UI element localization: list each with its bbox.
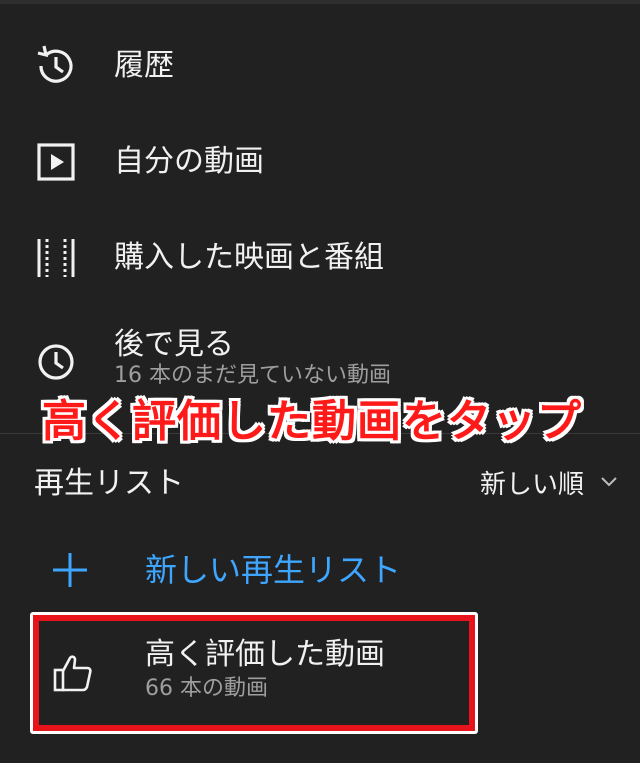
tap-instruction-annotation: 高く評価した動画をタップ [42,396,582,447]
sort-dropdown[interactable]: 新しい順 [480,464,618,500]
new-playlist-button[interactable]: 新しい再生リスト [0,540,640,600]
top-divider [0,0,640,4]
menu-item-label: 履歴 [114,48,174,83]
highlight-box [33,615,475,731]
playlist-item-subtitle: 66 本の動画 [145,676,268,701]
playlist-item-liked-videos[interactable]: 高く評価した動画 66 本の動画 [30,612,478,734]
history-icon [34,44,78,88]
playlist-item-label: 高く評価した動画 [145,637,385,672]
thumbs-up-icon [52,652,94,694]
chevron-down-icon [600,473,618,492]
menu-item-label: 自分の動画 [114,144,264,179]
menu-item-label: 購入した映画と番組 [114,240,384,275]
menu-item-purchases[interactable]: 購入した映画と番組 [0,212,640,302]
menu-item-subtitle: 16 本のまだ見ていない動画 [114,363,391,388]
new-playlist-label: 新しい再生リスト [145,551,402,589]
menu-item-label: 後で見る [114,327,234,362]
library-screen: 履歴 自分の動画 購入した映画と番組 後で見る 16 本のまだ見ていない動画 再… [0,0,640,763]
menu-item-history[interactable]: 履歴 [0,20,640,110]
clock-icon [34,340,78,384]
play-square-icon [34,140,78,184]
plus-icon [50,550,90,590]
menu-item-my-videos[interactable]: 自分の動画 [0,116,640,206]
playlists-title: 再生リスト [34,466,184,501]
film-strip-icon [34,236,78,280]
sort-label: 新しい順 [479,469,584,500]
